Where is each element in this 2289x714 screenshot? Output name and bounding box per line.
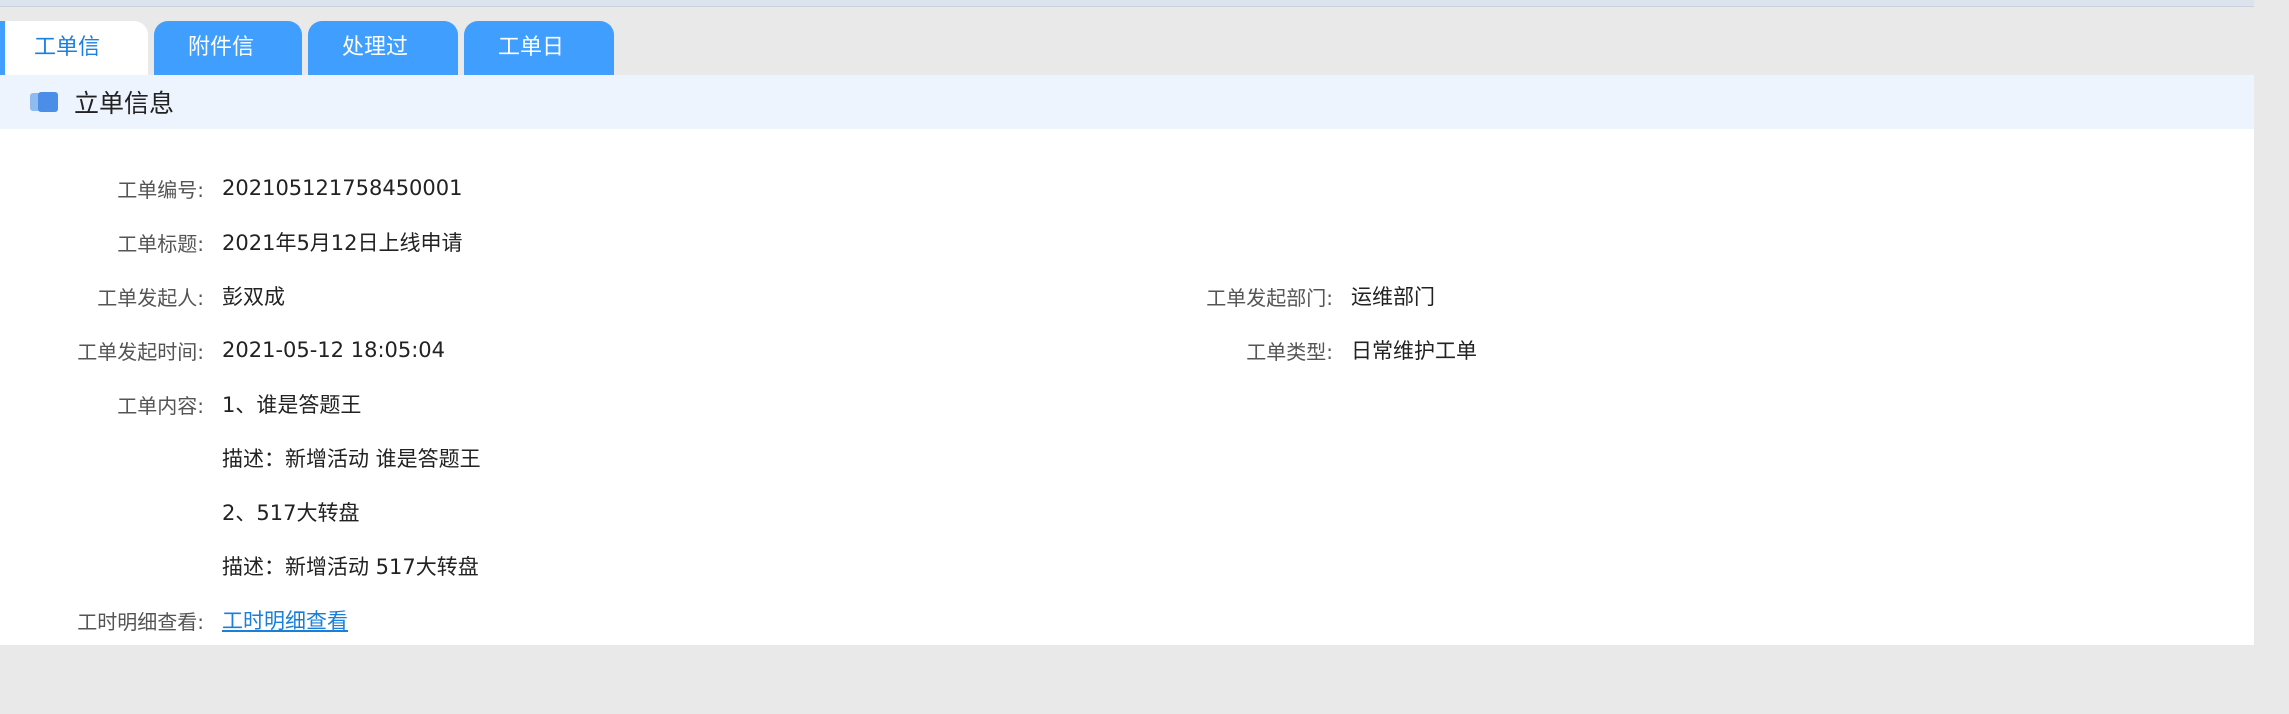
field-content-line-4: 描述：新增活动 517大转盘	[0, 549, 479, 583]
content-line: 1、谁是答题王	[222, 393, 362, 417]
order-no-value: 202105121758450001	[222, 176, 463, 200]
section-cube-icon	[30, 91, 60, 113]
tab-order-log[interactable]: 工单日志	[464, 21, 614, 114]
initiator-dept-label: 工单发起部门:	[1206, 285, 1333, 310]
section-header: 立单信息	[0, 75, 2254, 129]
initiator-dept-value: 运维部门	[1351, 285, 1435, 309]
field-initiator-dept: 工单发起部门: 运维部门	[0, 279, 1435, 313]
tab-attachment-info[interactable]: 附件信息	[154, 21, 302, 114]
field-order-type: 工单类型: 日常维护工单	[0, 333, 1477, 367]
field-content-line-2: 描述：新增活动 谁是答题王	[0, 441, 481, 475]
top-divider	[0, 0, 2289, 7]
content-label: 工单内容:	[117, 393, 204, 418]
section-title: 立单信息	[74, 89, 175, 118]
content-line: 描述：新增活动 517大转盘	[222, 555, 479, 579]
right-scroll-gutter	[2254, 0, 2289, 714]
tab-bar: 工单信息 附件信息 处理过程 工单日志	[0, 21, 614, 114]
tab-process[interactable]: 处理过程	[308, 21, 458, 114]
field-content-line-1: 工单内容: 1、谁是答题王	[0, 387, 361, 421]
content-line: 描述：新增活动 谁是答题王	[222, 447, 481, 471]
field-content-line-3: 2、517大转盘	[0, 495, 359, 529]
order-no-label: 工单编号:	[117, 177, 204, 202]
order-type-value: 日常维护工单	[1351, 339, 1477, 363]
field-worktime-detail: 工时明细查看: 工时明细查看	[0, 603, 348, 637]
field-order-title: 工单标题: 2021年5月12日上线申请	[0, 225, 463, 259]
order-info-panel: 立单信息 工单编号: 202105121758450001 工单标题: 2021…	[0, 75, 2254, 645]
field-order-no: 工单编号: 202105121758450001	[0, 171, 463, 205]
order-title-value: 2021年5月12日上线申请	[222, 231, 463, 255]
order-title-label: 工单标题:	[117, 231, 204, 256]
worktime-detail-link[interactable]: 工时明细查看	[222, 605, 348, 635]
order-type-label: 工单类型:	[1246, 339, 1333, 364]
worktime-detail-label: 工时明细查看:	[77, 609, 204, 634]
content-line: 2、517大转盘	[222, 501, 360, 525]
tab-order-info[interactable]: 工单信息	[0, 21, 148, 114]
